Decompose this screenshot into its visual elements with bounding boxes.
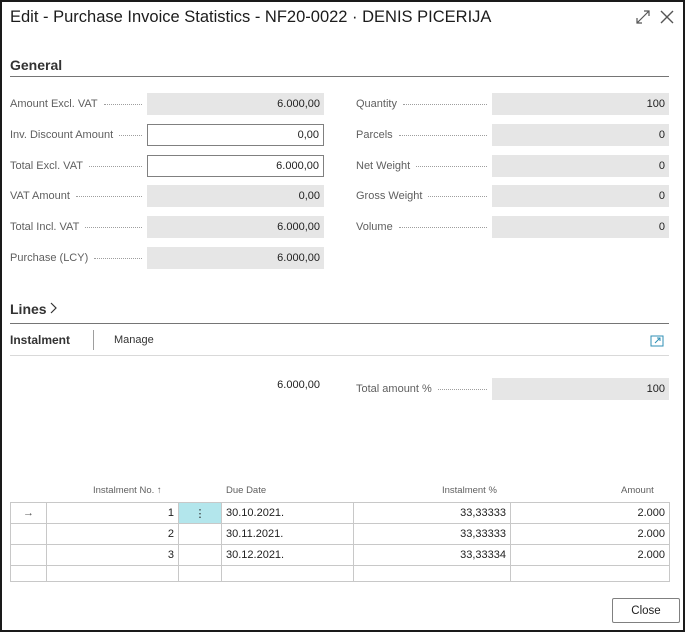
inv-discount-amount-input[interactable]: 0,00 [147, 124, 324, 146]
total-amount-pct-label: Total amount % [356, 378, 487, 400]
dialog-title: Edit - Purchase Invoice Statistics - NF2… [10, 8, 492, 26]
vat-amount-label: VAT Amount [10, 185, 142, 207]
column-header-amount[interactable]: Amount [621, 485, 654, 496]
row-indicator-cell [10, 544, 47, 566]
total-excl-vat-label: Total Excl. VAT [10, 155, 142, 177]
instalment-lines-grid: → 1 ⋮ 30.10.2021. 33,33333 2.000 2 30.11… [10, 502, 670, 582]
general-section-rule [10, 76, 669, 77]
lines-section-heading[interactable]: Lines [10, 301, 58, 317]
row-menu-cell[interactable] [178, 544, 222, 566]
close-button[interactable]: Close [612, 598, 680, 623]
column-header-instalment-pct[interactable]: Instalment % [442, 485, 497, 496]
quantity-label: Quantity [356, 93, 487, 115]
amount-excl-vat-value: 6.000,00 [147, 93, 324, 115]
table-row-new[interactable] [10, 565, 670, 582]
total-incl-vat-label: Total Incl. VAT [10, 216, 142, 238]
sort-ascending-icon: ↑ [156, 485, 162, 496]
purchase-lcy-label: Purchase (LCY) [10, 247, 142, 269]
due-date-cell[interactable]: 30.11.2021. [221, 523, 354, 545]
lines-toolbar-rule [10, 355, 669, 356]
vat-amount-value: 0,00 [147, 185, 324, 207]
amount-cell[interactable]: 2.000 [510, 523, 670, 545]
close-icon[interactable] [658, 8, 676, 26]
amount-excl-vat-label: Amount Excl. VAT [10, 93, 142, 115]
instalment-pct-cell[interactable]: 33,33334 [353, 544, 511, 566]
purchase-lcy-value: 6.000,00 [147, 247, 324, 269]
amount-cell[interactable]: 2.000 [510, 544, 670, 566]
gross-weight-value: 0 [492, 185, 669, 207]
table-row[interactable]: 3 30.12.2021. 33,33334 2.000 [10, 544, 670, 566]
parcels-label: Parcels [356, 124, 487, 146]
expand-icon[interactable] [634, 8, 652, 26]
net-weight-label: Net Weight [356, 155, 487, 177]
general-section-heading: General [10, 57, 63, 73]
amount-cell[interactable]: 2.000 [510, 502, 670, 524]
row-indicator-cell [10, 523, 47, 545]
summary-amount: 6.000,00 [277, 379, 320, 391]
row-menu-icon[interactable]: ⋮ [178, 502, 222, 524]
due-date-cell[interactable]: 30.12.2021. [221, 544, 354, 566]
due-date-cell[interactable]: 30.10.2021. [221, 502, 354, 524]
lines-section-rule [10, 323, 669, 324]
total-amount-pct-value: 100 [492, 378, 669, 400]
instalment-no-cell[interactable]: 1 [46, 502, 179, 524]
row-menu-cell[interactable] [178, 523, 222, 545]
lines-heading-label: Lines [10, 301, 47, 317]
tab-divider [93, 330, 94, 350]
total-incl-vat-value: 6.000,00 [147, 216, 324, 238]
instalment-no-cell[interactable]: 2 [46, 523, 179, 545]
total-excl-vat-input[interactable]: 6.000,00 [147, 155, 324, 177]
table-row[interactable]: → 1 ⋮ 30.10.2021. 33,33333 2.000 [10, 502, 670, 524]
fact-box-icon[interactable] [650, 334, 664, 347]
quantity-value: 100 [492, 93, 669, 115]
parcels-value: 0 [492, 124, 669, 146]
inv-discount-amount-label: Inv. Discount Amount [10, 124, 142, 146]
instalment-no-cell[interactable]: 3 [46, 544, 179, 566]
instalment-pct-cell[interactable]: 33,33333 [353, 502, 511, 524]
tab-instalment[interactable]: Instalment [10, 333, 70, 347]
net-weight-value: 0 [492, 155, 669, 177]
gross-weight-label: Gross Weight [356, 185, 487, 207]
chevron-right-icon [49, 302, 58, 317]
instalment-pct-cell[interactable]: 33,33333 [353, 523, 511, 545]
purchase-invoice-statistics-dialog: Edit - Purchase Invoice Statistics - NF2… [0, 0, 685, 632]
current-row-arrow-icon: → [10, 502, 47, 524]
volume-value: 0 [492, 216, 669, 238]
volume-label: Volume [356, 216, 487, 238]
table-row[interactable]: 2 30.11.2021. 33,33333 2.000 [10, 523, 670, 545]
tab-manage[interactable]: Manage [114, 334, 154, 346]
column-header-instalment-no[interactable]: Instalment No. ↑ [93, 485, 162, 496]
column-header-due-date[interactable]: Due Date [226, 485, 266, 496]
